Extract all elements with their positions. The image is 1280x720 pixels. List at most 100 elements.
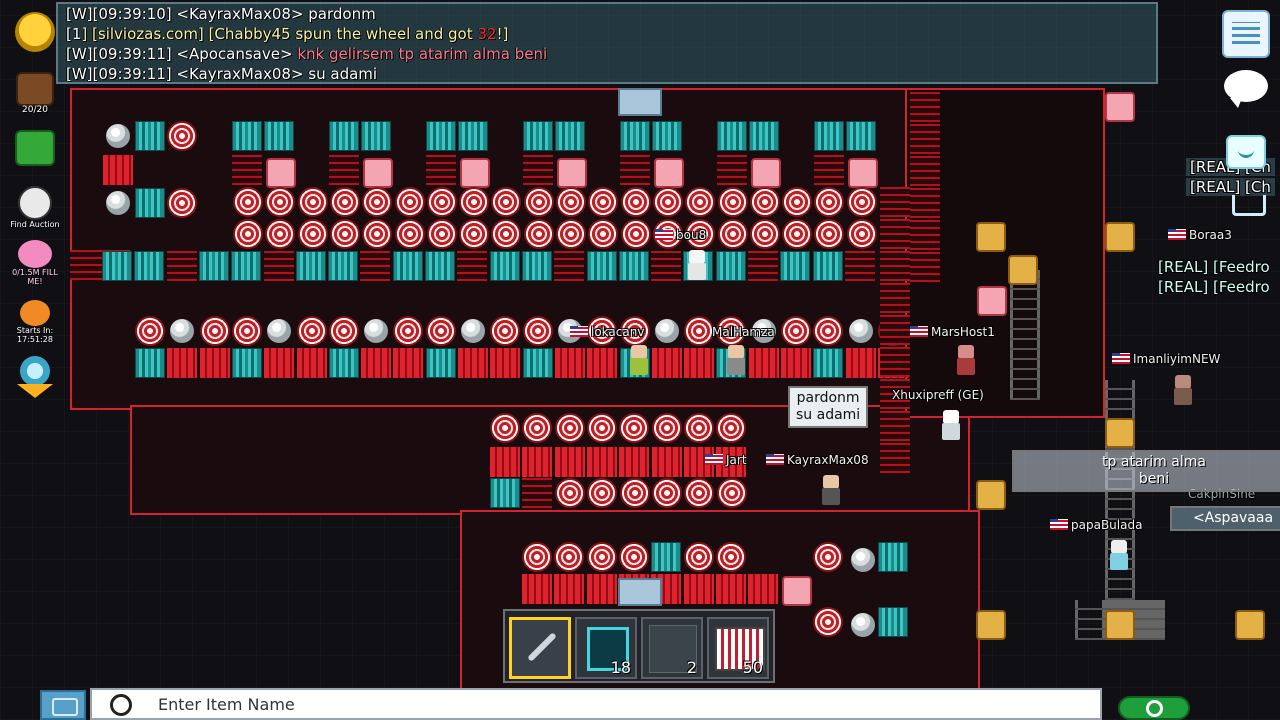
player-name: ImanliyimNEW [1112,352,1220,366]
glass-case-block [232,121,262,151]
player-avatar[interactable] [1172,375,1194,405]
crystal-orb-block [364,319,389,343]
glass-case-block [490,478,520,508]
piggy-bank-button[interactable]: 0/1.5M FILL ME! [10,240,60,286]
roulette-wheel-block [717,219,748,249]
glass-case-block [555,121,585,151]
backpack-button[interactable]: 20/20 [10,72,60,115]
player-avatar[interactable] [820,475,842,505]
world-lock[interactable] [977,286,1007,316]
chat-log[interactable]: [W][09:39:10] <KayraxMax08> pardonm [1] [… [56,2,1158,84]
roulette-wheel-block [297,187,328,217]
friends-button[interactable] [1226,135,1266,169]
gold-lock[interactable] [976,222,1006,252]
glass-case-block [878,607,908,637]
roulette-wheel-block [715,542,746,572]
brick-block [426,155,456,185]
player-avatar[interactable] [1108,540,1130,570]
roulette-wheel-block [586,542,617,572]
auction-button[interactable]: Find Auction [10,186,60,229]
glass-block [134,251,165,281]
hotbar-slot-portal[interactable]: 18 [575,617,637,679]
player-avatar[interactable] [940,410,962,440]
hud-collapse-button[interactable] [10,384,60,398]
roulette-wheel-block [619,413,650,443]
spike-block [554,574,585,604]
hotbar-slot-wrench[interactable] [509,617,571,679]
roulette-wheel-block [683,413,714,443]
brick-block [717,155,747,185]
item-hotbar[interactable]: 18 2 50 [503,609,775,683]
backpack-count: 20/20 [22,105,48,115]
roulette-wheel-block [459,219,490,249]
glass-case-block [329,121,359,151]
spike-block [619,447,650,477]
world-lock[interactable] [782,576,812,606]
item-search-bar[interactable] [90,688,1102,720]
roulette-wheel-block [846,187,877,217]
item-search-input[interactable] [92,693,1100,715]
player-avatar[interactable] [725,345,747,375]
glass-block [231,251,262,281]
spike-block [393,348,424,378]
store-button[interactable] [10,130,60,166]
glass-case-block [458,121,488,151]
world-lock[interactable] [1105,92,1135,122]
spike-block [684,348,715,378]
player-avatar[interactable] [686,250,708,280]
chat-message-part: 1 [71,25,82,43]
gold-lock[interactable] [1105,222,1135,252]
entrance-door[interactable] [618,88,662,116]
emoji-menu-button[interactable] [10,12,60,52]
glass-block [844,251,875,281]
hotbar-slot-spike[interactable]: 50 [707,617,769,679]
brick-block [910,220,940,250]
spike-block [748,574,779,604]
chat-message-part: <KayraxMax08> [176,5,309,23]
gold-lock[interactable] [1008,255,1038,285]
glass-block [360,251,391,281]
event-button[interactable]: Starts In: 17:51:28 [10,300,60,344]
spike-block [586,447,617,477]
roulette-wheel-block [555,478,585,508]
glass-block [554,251,585,281]
search-button[interactable] [1118,696,1190,720]
glass-block [715,251,746,281]
player-avatar[interactable] [628,345,650,375]
roulette-wheel-block [459,187,490,217]
gold-lock[interactable] [1105,418,1135,448]
spike-block [103,155,133,185]
magnifier-icon [110,694,132,716]
brick-block [880,187,910,217]
hotbar-slot-block[interactable]: 2 [641,617,703,679]
gold-lock[interactable] [976,480,1006,510]
glass-case-block [846,121,876,151]
small-lock-block [266,158,296,188]
quest-button[interactable] [10,356,60,386]
small-lock-block [363,158,393,188]
sign-text: [REAL] [Feedro [1158,258,1270,276]
roulette-wheel-block [394,187,425,217]
gold-lock[interactable] [1105,610,1135,640]
player-avatar[interactable] [955,345,977,375]
spike-block [167,348,198,378]
chat-input-button[interactable] [40,690,86,720]
gold-lock[interactable] [976,610,1006,640]
spike-block [651,348,682,378]
glass-block [295,251,326,281]
roulette-wheel-block [167,188,197,218]
brick-block [522,478,552,508]
options-menu-button[interactable] [1222,10,1270,58]
spike-block [651,447,682,477]
glass-case-block [814,121,844,151]
shop-cart-button[interactable] [1232,195,1266,223]
sign-text: [REAL] [Feedro [1158,278,1270,296]
roulette-wheel-block [362,187,393,217]
chat-message-part: !] [496,25,509,43]
roulette-wheel-block [651,413,682,443]
exit-door[interactable] [618,578,662,606]
glass-case-block [264,121,294,151]
gold-lock[interactable] [1235,610,1265,640]
chat-toggle-button[interactable] [1224,70,1268,108]
roulette-wheel-block [135,316,165,346]
